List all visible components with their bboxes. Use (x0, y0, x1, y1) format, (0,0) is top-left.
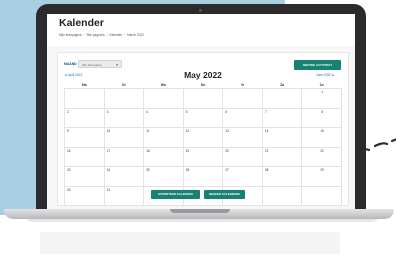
calendar-card: MAAND Alle bezoekers ▾ NIEUWE ACTIVITEIT… (57, 52, 349, 206)
background-floor (40, 232, 340, 254)
calendar-week-row: 9 10 11 12 13 14 15 (64, 127, 342, 148)
calendar-day-cell[interactable]: 22 (301, 146, 342, 167)
breadcrumb-separator: / (124, 33, 126, 37)
calendar-week-row: 16 17 18 19 20 21 22 (64, 146, 342, 167)
weekday-header: Ma (64, 81, 105, 89)
calendar-day-cell[interactable]: 23 (64, 166, 105, 187)
weekday-header: Zo (301, 81, 342, 89)
weekday-header: Wo (143, 81, 184, 89)
page-title: Kalender (59, 17, 104, 29)
calendar-day-cell[interactable]: 4 (143, 107, 184, 128)
next-month-link[interactable]: June 2022 ► (316, 73, 335, 77)
weekday-header-row: Ma Di Wo Do Vr Za Zo (64, 81, 342, 89)
calendar-day-cell[interactable]: 24 (103, 166, 145, 187)
calendar-day-cell[interactable]: 2 (64, 107, 105, 128)
breadcrumb-item-current: March 2022 (127, 33, 144, 37)
weekday-header: Di (104, 81, 144, 89)
calendar-day-cell[interactable] (222, 88, 263, 109)
calendar-week-row: 1 (64, 88, 342, 109)
calendar-title: May 2022 (184, 70, 222, 80)
calendar-day-cell[interactable]: 31 (103, 185, 145, 206)
breadcrumb-item[interactable]: Mijn startpagina (59, 33, 82, 37)
page-header: Kalender Mijn startpagina / Site pagina's /… (47, 14, 355, 46)
calendar-day-cell[interactable]: 6 (222, 107, 263, 128)
breadcrumb: Mijn startpagina / Site pagina's / Kalender /… (59, 33, 144, 37)
calendar-day-cell[interactable]: 18 (143, 146, 184, 167)
calendar-day-cell[interactable]: 16 (64, 146, 105, 167)
calendar-day-cell[interactable] (261, 185, 303, 206)
prev-month-link[interactable]: ◄ April 2022 (64, 73, 82, 77)
calendar-day-cell[interactable]: 1 (301, 88, 342, 109)
calendar-day-cell[interactable] (301, 185, 342, 206)
laptop-screen: Kalender Mijn startpagina / Site pagina's /… (47, 14, 355, 210)
breadcrumb-separator: / (83, 33, 85, 37)
new-event-button[interactable]: NIEUWE ACTIVITEIT (294, 60, 341, 70)
calendar-day-cell[interactable]: 25 (143, 166, 184, 187)
camera-icon (199, 9, 202, 12)
month-label: MAAND (64, 62, 77, 66)
calendar-day-cell[interactable]: 12 (182, 127, 224, 148)
calendar-day-cell[interactable]: 9 (64, 127, 105, 148)
calendar-day-cell[interactable] (182, 88, 224, 109)
weekday-header: Vr (222, 81, 263, 89)
calendar-week-row: 2345678 (64, 107, 342, 128)
month-select-value: Alle bezoekers (82, 63, 102, 67)
export-calendar-button[interactable]: EXPORTEER KALENDER (151, 190, 200, 199)
calendar-grid: Ma Di Wo Do Vr Za Zo 1 2 3 4 5 6 7 8 9 10 11 12 13 14… (64, 81, 342, 206)
weekday-header: Za (262, 81, 302, 89)
calendar-day-cell[interactable]: 11 (143, 127, 184, 148)
calendar-day-cell[interactable] (103, 88, 145, 109)
month-select[interactable]: Alle bezoekers ▾ (78, 60, 122, 68)
calendar-day-cell[interactable] (64, 88, 105, 109)
breadcrumb-item[interactable]: Kalender (109, 33, 122, 37)
calendar-day-cell[interactable]: 5 (182, 107, 224, 128)
calendar-day-cell[interactable]: 7 (261, 107, 303, 128)
weekday-header: Do (183, 81, 223, 89)
calendar-day-cell[interactable]: 13 (222, 127, 263, 148)
calendar-day-cell[interactable]: 28 (261, 166, 303, 187)
calendar-day-cell[interactable] (261, 88, 303, 109)
manage-calendars-button[interactable]: BEHEER KALENDERS (204, 190, 245, 199)
breadcrumb-item[interactable]: Site pagina's (86, 33, 104, 37)
calendar-day-cell[interactable]: 29 (301, 166, 342, 187)
calendar-week-row: 30 31 (64, 185, 342, 206)
breadcrumb-separator: / (106, 33, 108, 37)
calendar-week-row: 23 24 25 26 27 28 29 (64, 166, 342, 187)
laptop-notch (170, 209, 230, 213)
calendar-day-cell[interactable]: 19 (182, 146, 224, 167)
calendar-day-cell[interactable]: 17 (103, 146, 145, 167)
calendar-day-cell[interactable]: 3 (103, 107, 145, 128)
calendar-day-cell[interactable]: 8 (301, 107, 342, 128)
calendar-day-cell[interactable]: 30 (64, 185, 105, 206)
calendar-day-cell[interactable]: 10 (103, 127, 145, 148)
chevron-down-icon: ▾ (116, 63, 118, 67)
calendar-day-cell[interactable]: 20 (222, 146, 263, 167)
calendar-day-cell[interactable]: 21 (261, 146, 303, 167)
calendar-day-cell[interactable]: 14 (261, 127, 303, 148)
calendar-day-cell[interactable]: 26 (182, 166, 224, 187)
calendar-day-cell[interactable]: 27 (222, 166, 263, 187)
calendar-day-cell[interactable]: 15 (301, 127, 342, 148)
calendar-day-cell[interactable] (143, 88, 184, 109)
